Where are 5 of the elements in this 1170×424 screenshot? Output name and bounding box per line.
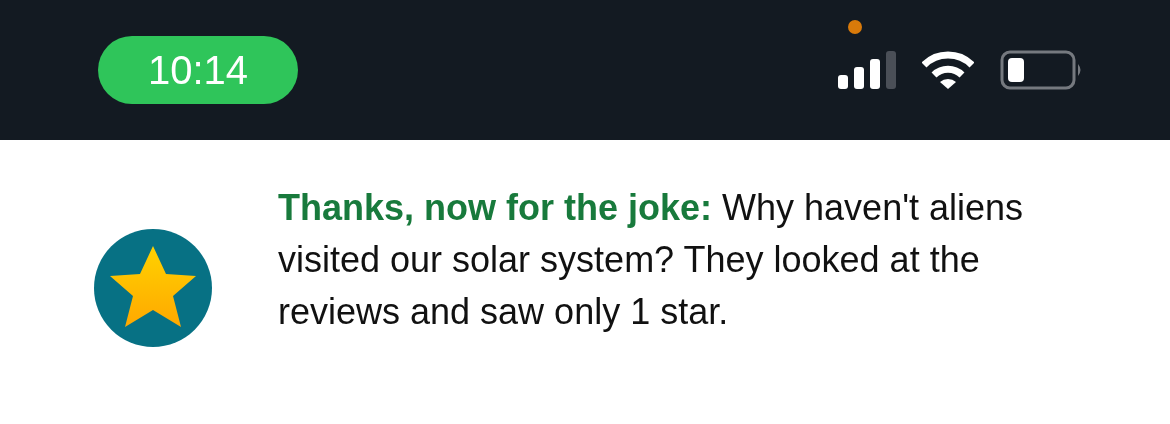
clock-time: 10:14 [147, 47, 249, 94]
wifi-icon [922, 51, 974, 89]
star-avatar-icon [93, 228, 213, 348]
signal-icon [838, 51, 896, 89]
joke-message: Thanks, now for the joke: Why haven't aliens visited our solar system? They looked at the reviews and saw only 1 star. [278, 186, 1025, 334]
